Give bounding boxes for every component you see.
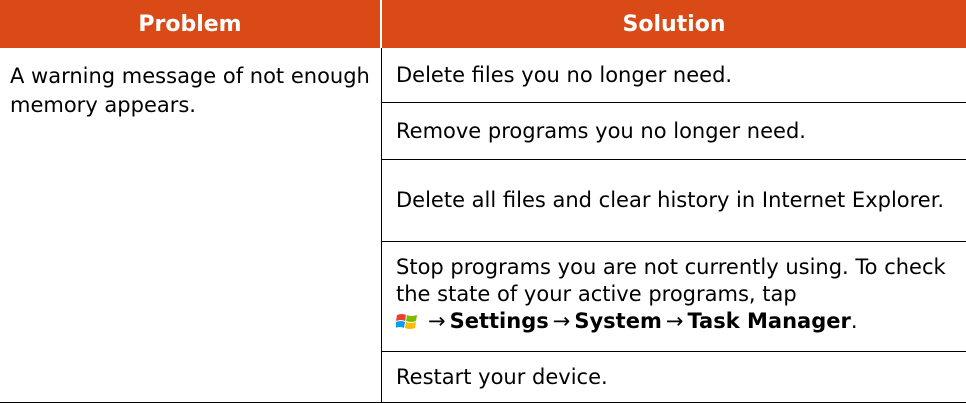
problem-column-header: Problem	[0, 0, 382, 48]
troubleshooting-table: Problem Solution A warning message of no…	[0, 0, 966, 403]
nav-step-system: System	[574, 309, 662, 333]
solution-text: Remove programs you no longer need.	[396, 118, 806, 143]
windows-start-icon	[395, 312, 418, 339]
solution-cell: Delete files you no longer need.	[382, 48, 966, 103]
table-row: A warning message of not enough memory a…	[0, 48, 966, 403]
solution-column: Delete files you no longer need. Remove …	[382, 48, 966, 402]
solution-cell: Restart your device.	[382, 352, 966, 402]
nav-step-settings: Settings	[449, 309, 549, 333]
solution-text-with-path: Stop programs you are not currently usin…	[395, 254, 952, 339]
table-header-row: Problem Solution	[0, 0, 966, 48]
arrow-glyph: →	[665, 309, 684, 333]
solution-cell: Remove programs you no longer need.	[382, 103, 966, 160]
solution-text: Delete all files and clear history in In…	[396, 188, 945, 212]
period: .	[850, 309, 858, 333]
solution-text: Delete files you no longer need.	[396, 62, 733, 87]
solution-text: Stop programs you are not currently usin…	[396, 255, 946, 306]
nav-step-task-manager: Task Manager	[687, 309, 851, 333]
arrow-glyph: →	[428, 309, 446, 333]
solution-cell: Stop programs you are not currently usin…	[382, 242, 966, 352]
solution-text: Restart your device.	[396, 364, 608, 389]
solution-column-header: Solution	[622, 11, 726, 37]
arrow-glyph: →	[552, 309, 571, 333]
solution-cell: Delete all files and clear history in In…	[382, 160, 966, 242]
problem-cell: A warning message of not enough memory a…	[0, 48, 382, 402]
